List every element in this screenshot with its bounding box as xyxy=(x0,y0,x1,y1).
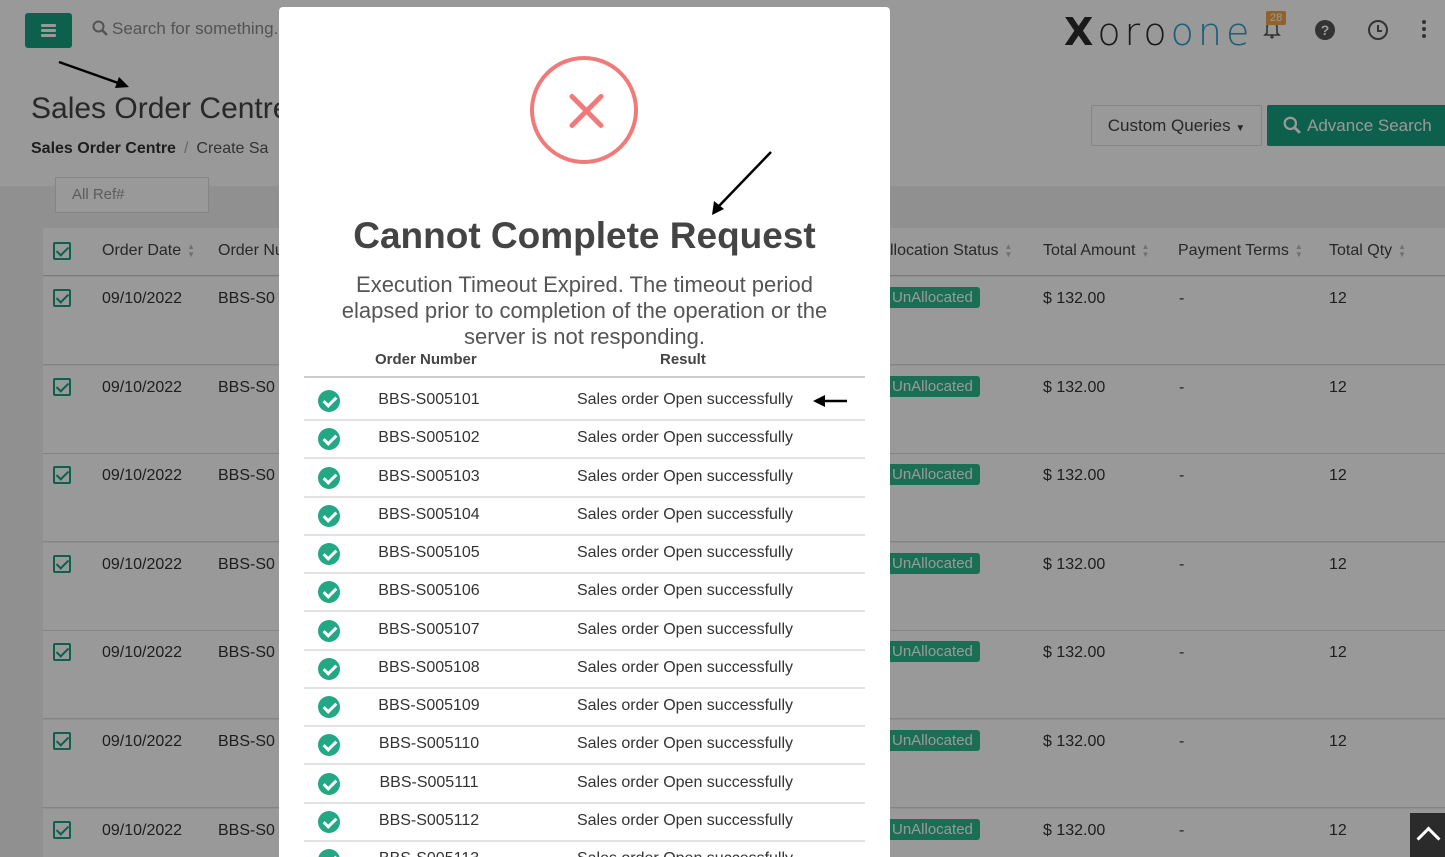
result-row: BBS-S005104 Sales order Open successfully xyxy=(304,498,865,536)
error-x-icon xyxy=(530,56,638,164)
result-order-number: BBS-S005105 xyxy=(378,544,480,561)
result-row: BBS-S005112 Sales order Open successfully xyxy=(304,804,865,842)
dialog-message: Execution Timeout Expired. The timeout p… xyxy=(341,272,828,349)
result-message: Sales order Open successfully xyxy=(576,811,794,829)
annotation-arrow xyxy=(58,60,129,88)
column-header-order-number: Order Number xyxy=(375,351,477,368)
result-row: BBS-S005101 Sales order Open successfully xyxy=(304,383,865,421)
annotation-arrow xyxy=(813,395,847,407)
result-row: BBS-S005108 Sales order Open successfully xyxy=(304,651,865,689)
scroll-to-top-button[interactable] xyxy=(1410,813,1445,857)
result-message: Sales order Open successfully xyxy=(576,467,794,485)
success-check-icon xyxy=(318,696,340,718)
column-header-result: Result xyxy=(660,351,706,368)
result-message: Sales order Open successfully xyxy=(576,505,794,523)
result-order-number: BBS-S005104 xyxy=(378,505,480,523)
result-order-number: BBS-S005103 xyxy=(378,467,480,485)
success-check-icon xyxy=(318,543,340,565)
result-row: BBS-S005103 Sales order Open successfully xyxy=(304,460,865,498)
divider xyxy=(304,376,865,378)
result-message: Sales order Open successfully xyxy=(554,850,816,857)
result-order-number: BBS-S005102 xyxy=(378,429,480,447)
result-row: BBS-S005111 Sales order Open successfully xyxy=(304,766,865,804)
success-check-icon xyxy=(318,504,340,527)
success-check-icon xyxy=(318,390,340,412)
success-check-icon xyxy=(318,466,340,489)
dialog-title: Cannot Complete Request xyxy=(353,215,816,256)
result-message: Sales order Open successfully xyxy=(576,735,794,753)
result-message: Sales order Open successfully xyxy=(576,429,794,447)
success-check-icon xyxy=(318,772,340,795)
result-message: Sales order Open successfully xyxy=(576,582,794,600)
result-row: BBS-S005113 Sales order Open successfully xyxy=(304,842,865,857)
result-order-number: BBS-S005111 xyxy=(379,773,479,791)
result-message: Sales order Open successfully xyxy=(576,620,794,638)
result-order-number: BBS-S005108 xyxy=(378,658,480,676)
success-check-icon xyxy=(318,581,340,604)
result-message: Sales order Open successfully xyxy=(576,391,794,408)
result-row: BBS-S005109 Sales order Open successfully xyxy=(304,689,865,727)
annotation-arrow xyxy=(712,151,772,215)
result-order-number: BBS-S005110 xyxy=(378,735,480,753)
success-check-icon xyxy=(318,734,340,757)
success-check-icon xyxy=(318,619,340,642)
result-order-number: BBS-S005101 xyxy=(378,391,480,408)
result-order-number: BBS-S005107 xyxy=(378,620,480,638)
result-message: Sales order Open successfully xyxy=(576,544,794,561)
success-check-icon xyxy=(318,849,340,857)
result-order-number: BBS-S005113 xyxy=(364,850,494,857)
result-order-number: BBS-S005112 xyxy=(378,811,480,829)
result-message: Sales order Open successfully xyxy=(576,773,794,791)
result-message: Sales order Open successfully xyxy=(576,658,794,676)
result-row: BBS-S005106 Sales order Open successfully xyxy=(304,574,865,613)
result-order-number: BBS-S005106 xyxy=(378,582,480,600)
result-row: BBS-S005102 Sales order Open successfully xyxy=(304,421,865,460)
result-order-number: BBS-S005109 xyxy=(378,697,480,714)
result-row: BBS-S005107 Sales order Open successfully xyxy=(304,613,865,651)
success-check-icon xyxy=(318,657,340,680)
success-check-icon xyxy=(318,428,340,451)
result-message: Sales order Open successfully xyxy=(576,697,794,714)
result-row: BBS-S005110 Sales order Open successfully xyxy=(304,727,865,766)
success-check-icon xyxy=(318,810,340,833)
result-row: BBS-S005105 Sales order Open successfully xyxy=(304,536,865,574)
